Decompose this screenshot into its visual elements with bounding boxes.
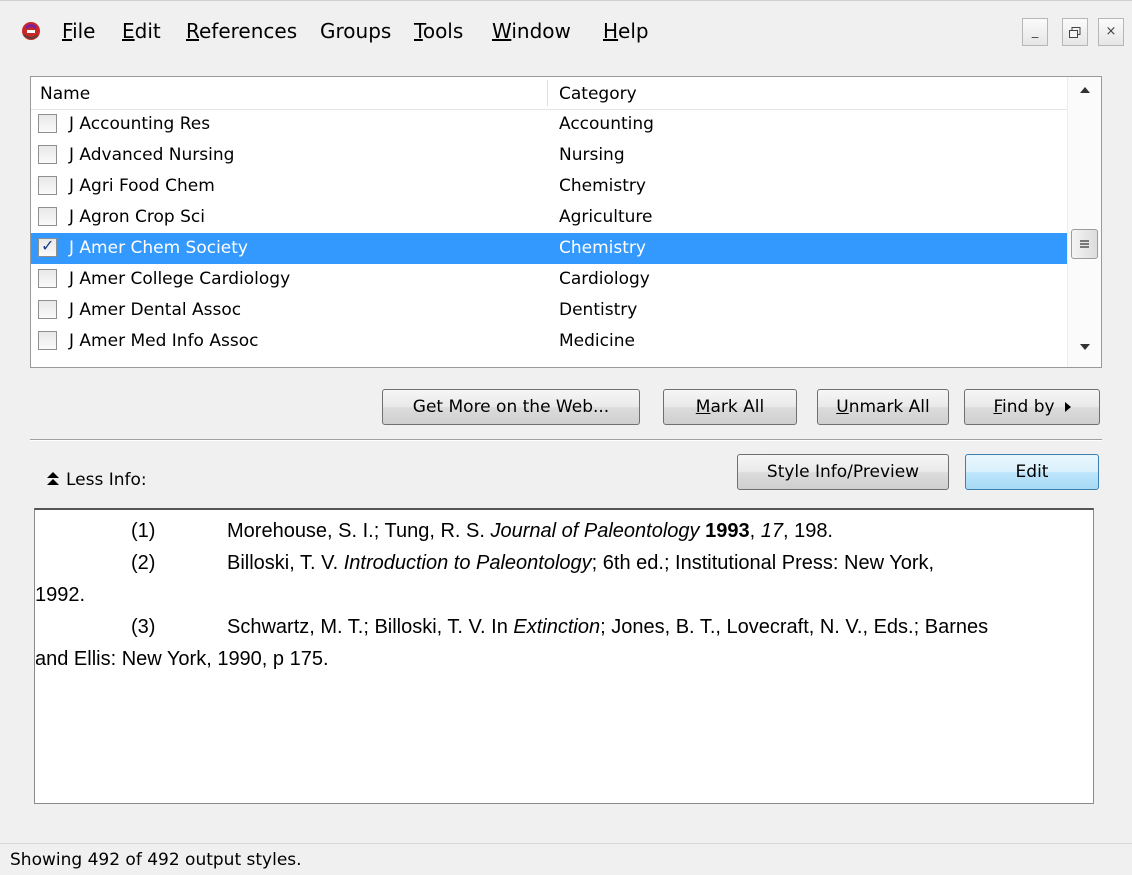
menu-window[interactable]: Window xyxy=(492,18,571,44)
style-row[interactable]: J Advanced Nursing Nursing xyxy=(31,140,1067,171)
list-header: Name Category xyxy=(31,77,1067,110)
style-name: J Agron Crop Sci xyxy=(69,207,205,227)
double-up-arrow-icon xyxy=(46,472,60,486)
style-preview-pane[interactable]: (1) Morehouse, S. I.; Tung, R. S. Journa… xyxy=(34,508,1094,804)
column-divider[interactable] xyxy=(547,80,548,106)
minimize-button[interactable]: _ xyxy=(1022,18,1048,46)
menu-edit[interactable]: Edit xyxy=(122,18,161,44)
get-more-on-web-button[interactable]: Get More on the Web... xyxy=(382,389,640,425)
reference-number: (2) xyxy=(131,552,156,574)
style-checkbox[interactable] xyxy=(38,207,57,226)
menu-groups[interactable]: Groups xyxy=(320,18,391,44)
style-category: Accounting xyxy=(559,114,654,134)
menu-references[interactable]: References xyxy=(186,18,297,44)
style-category: Chemistry xyxy=(559,238,646,258)
reference-3-continued: and Ellis: New York, 1990, p 175. xyxy=(35,648,329,670)
scroll-up-arrow-icon[interactable] xyxy=(1080,87,1090,93)
style-category: Nursing xyxy=(559,145,625,165)
style-category: Chemistry xyxy=(559,176,646,196)
less-info-label: Less Info: xyxy=(66,470,147,490)
status-text: Showing 492 of 492 output styles. xyxy=(10,850,302,870)
style-row[interactable]: J Amer Med Info Assoc Medicine xyxy=(31,326,1067,357)
style-checkbox[interactable] xyxy=(38,331,57,350)
style-checkbox[interactable] xyxy=(38,176,57,195)
scroll-thumb[interactable] xyxy=(1071,229,1098,259)
style-row[interactable]: J Amer Dental Assoc Dentistry xyxy=(31,295,1067,326)
endnote-app-icon[interactable] xyxy=(20,19,42,41)
style-checkbox[interactable] xyxy=(38,300,57,319)
less-info-toggle[interactable]: Less Info: xyxy=(46,470,147,490)
style-name: J Amer College Cardiology xyxy=(69,269,291,289)
reference-text: Billoski, T. V. Introduction to Paleonto… xyxy=(227,552,935,574)
style-name: J Accounting Res xyxy=(69,114,211,134)
unmark-all-button[interactable]: Unmark All xyxy=(817,389,949,425)
menu-help[interactable]: Help xyxy=(603,18,649,44)
style-category: Dentistry xyxy=(559,300,638,320)
style-list[interactable]: Name Category J Accounting Res Accounting… xyxy=(30,76,1102,368)
status-bar: Showing 492 of 492 output styles. xyxy=(0,843,1132,875)
reference-number: (3) xyxy=(131,616,156,638)
style-name: J Advanced Nursing xyxy=(69,145,235,165)
style-name: J Amer Dental Assoc xyxy=(69,300,242,320)
vertical-scrollbar[interactable] xyxy=(1067,77,1101,367)
reference-number: (1) xyxy=(131,520,156,542)
separator xyxy=(30,439,1102,441)
style-checkbox[interactable] xyxy=(38,114,57,133)
column-header-category[interactable]: Category xyxy=(559,84,637,104)
style-row[interactable]: ✓ J Amer Chem Society Chemistry xyxy=(31,233,1067,264)
style-row[interactable]: J Agron Crop Sci Agriculture xyxy=(31,202,1067,233)
restore-icon xyxy=(1069,27,1081,38)
reference-text: Morehouse, S. I.; Tung, R. S. Journal of… xyxy=(227,520,833,542)
reference-text: Schwartz, M. T.; Billoski, T. V. In Exti… xyxy=(227,616,989,638)
style-name: J Amer Chem Society xyxy=(69,238,248,258)
style-category: Medicine xyxy=(559,331,635,351)
style-info-preview-button[interactable]: Style Info/Preview xyxy=(737,454,949,490)
menu-tools[interactable]: Tools xyxy=(414,18,463,44)
find-by-button[interactable]: Find by xyxy=(964,389,1100,425)
scroll-down-arrow-icon[interactable] xyxy=(1080,344,1090,350)
close-button[interactable]: × xyxy=(1098,18,1124,46)
style-category: Cardiology xyxy=(559,269,650,289)
style-name: J Amer Med Info Assoc xyxy=(69,331,259,351)
menu-file[interactable]: File xyxy=(62,18,95,44)
submenu-arrow-icon xyxy=(1064,402,1071,412)
style-row[interactable]: J Amer College Cardiology Cardiology xyxy=(31,264,1067,295)
style-checkbox[interactable] xyxy=(38,145,57,164)
menu-bar: File Edit References Groups Tools Window… xyxy=(0,0,1132,62)
checkmark-icon: ✓ xyxy=(41,236,55,255)
column-header-name[interactable]: Name xyxy=(40,84,90,104)
style-checkbox[interactable]: ✓ xyxy=(38,236,57,257)
style-name: J Agri Food Chem xyxy=(69,176,215,196)
style-checkbox[interactable] xyxy=(38,269,57,288)
edit-button[interactable]: Edit xyxy=(965,454,1099,490)
style-row[interactable]: J Accounting Res Accounting xyxy=(31,109,1067,140)
mark-all-button[interactable]: Mark All xyxy=(663,389,797,425)
restore-button[interactable] xyxy=(1062,18,1088,46)
style-row[interactable]: J Agri Food Chem Chemistry xyxy=(31,171,1067,202)
grip-icon xyxy=(1080,240,1089,248)
style-category: Agriculture xyxy=(559,207,653,227)
reference-2-continued: 1992. xyxy=(35,584,86,606)
